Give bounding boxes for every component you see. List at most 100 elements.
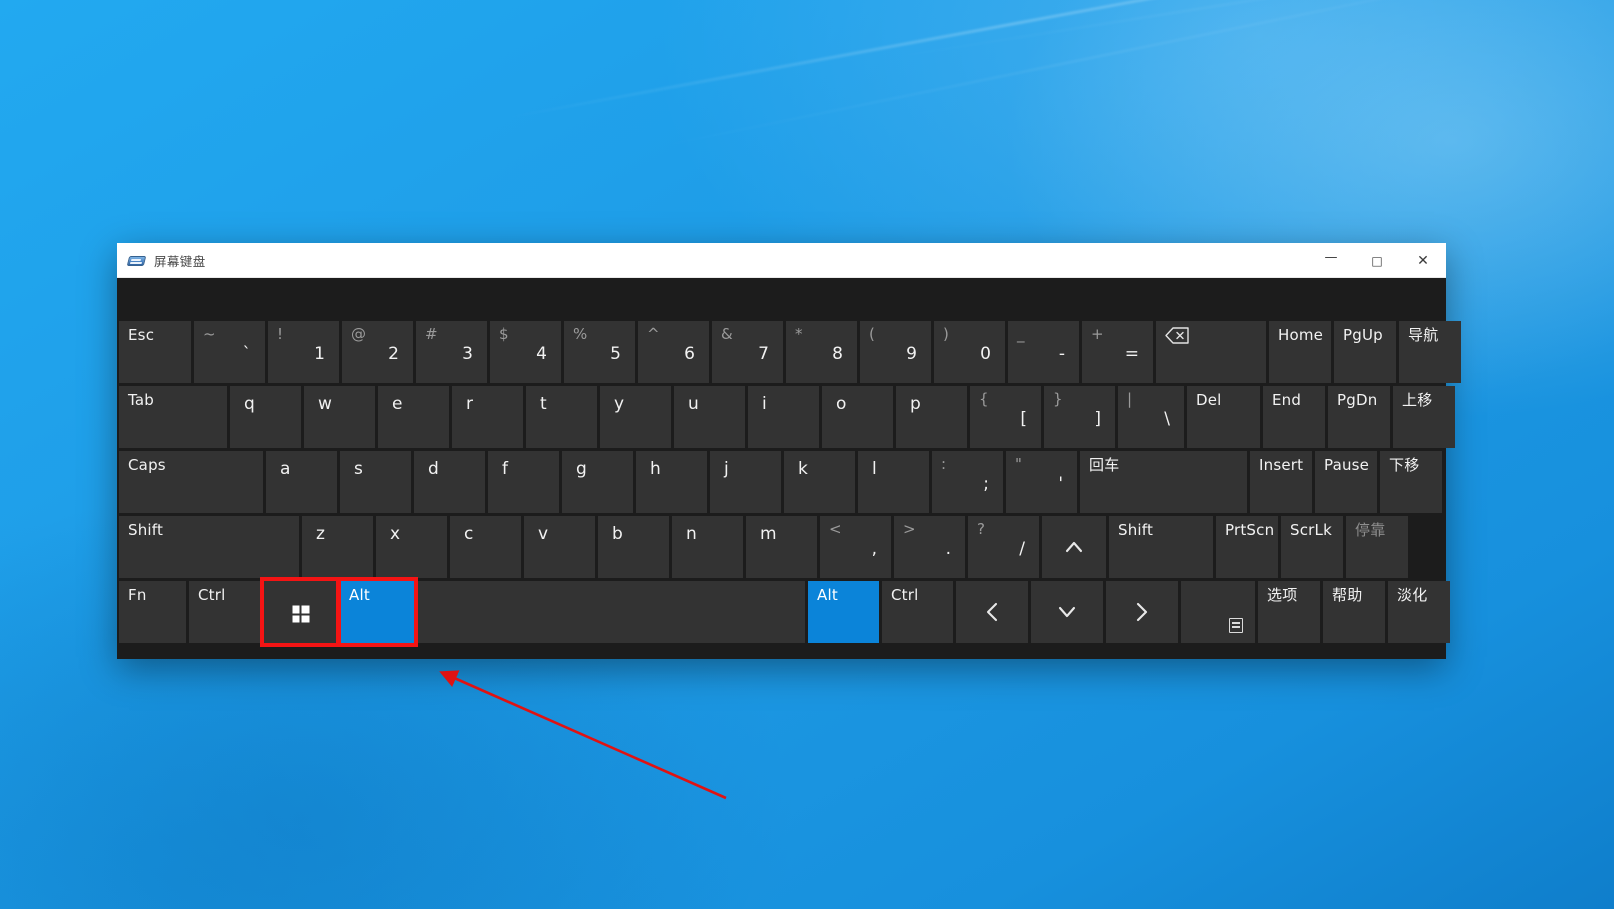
close-icon: ✕ — [1417, 252, 1429, 269]
row-number: Esc ~ `! 1 @2 #3 $4% 5 ^ 6 & 7 * 8(9) 0 _ - + = Home PgUp 导航 — [117, 321, 1461, 383]
maximize-button[interactable]: □ — [1354, 243, 1400, 278]
key-win[interactable] — [264, 581, 337, 643]
key-grave[interactable]: ~ ` — [194, 321, 265, 383]
key-arrow-right[interactable] — [1106, 581, 1178, 643]
key-bracketright[interactable]: }] — [1044, 386, 1115, 448]
key-x[interactable]: x — [376, 516, 447, 578]
key-period[interactable]: >. — [894, 516, 965, 578]
key-o[interactable]: o — [822, 386, 893, 448]
key-dock[interactable]: 停靠 — [1346, 516, 1408, 578]
key-s[interactable]: s — [340, 451, 411, 513]
key-label: Caps — [128, 456, 166, 474]
key-l[interactable]: l — [858, 451, 929, 513]
key-backspace[interactable] — [1156, 321, 1266, 383]
key-shift-left[interactable]: Shift — [119, 516, 299, 578]
key-insert[interactable]: Insert — [1250, 451, 1312, 513]
key-0[interactable]: ) 0 — [934, 321, 1005, 383]
key-slash[interactable]: ? / — [968, 516, 1039, 578]
key-u[interactable]: u — [674, 386, 745, 448]
key-i[interactable]: i — [748, 386, 819, 448]
key-e[interactable]: e — [378, 386, 449, 448]
key-5[interactable]: % 5 — [564, 321, 635, 383]
key-scrlk[interactable]: ScrLk — [1281, 516, 1343, 578]
key-navigation[interactable]: 导航 — [1399, 321, 1461, 383]
key-help[interactable]: 帮助 — [1323, 581, 1385, 643]
key-comma[interactable]: <, — [820, 516, 891, 578]
key-8[interactable]: * 8 — [786, 321, 857, 383]
key-w[interactable]: w — [304, 386, 375, 448]
key-c[interactable]: c — [450, 516, 521, 578]
key-ctrl-right[interactable]: Ctrl — [882, 581, 953, 643]
key-ctrl-left[interactable]: Ctrl — [189, 581, 261, 643]
key-enter[interactable]: 回车 — [1080, 451, 1247, 513]
key-f[interactable]: f — [488, 451, 559, 513]
key-v[interactable]: v — [524, 516, 595, 578]
key-label: 回车 — [1089, 456, 1120, 474]
key-pgdn[interactable]: PgDn — [1328, 386, 1390, 448]
key-prtscn[interactable]: PrtScn — [1216, 516, 1278, 578]
key-g[interactable]: g — [562, 451, 633, 513]
key-p[interactable]: p — [896, 386, 967, 448]
key-backslash[interactable]: | \ — [1118, 386, 1184, 448]
key-b[interactable]: b — [598, 516, 669, 578]
key-y[interactable]: y — [600, 386, 671, 448]
key-alt-left[interactable]: Alt — [340, 581, 414, 643]
key-quote[interactable]: " ' — [1006, 451, 1077, 513]
key-secondary-label: : — [941, 455, 947, 473]
key-7[interactable]: & 7 — [712, 321, 783, 383]
key-secondary-label: ( — [869, 325, 875, 343]
key-fade[interactable]: 淡化 — [1388, 581, 1450, 643]
key-label: g — [576, 459, 587, 479]
key-6[interactable]: ^ 6 — [638, 321, 709, 383]
key-pause[interactable]: Pause — [1315, 451, 1377, 513]
window-titlebar[interactable]: 屏幕键盘 — □ ✕ — [117, 243, 1446, 278]
key-label: Pause — [1324, 456, 1370, 474]
close-button[interactable]: ✕ — [1400, 243, 1446, 278]
titlebar-left: 屏幕键盘 — [117, 243, 206, 277]
key-1[interactable]: ! 1 — [268, 321, 339, 383]
key-z[interactable]: z — [302, 516, 373, 578]
key-caps[interactable]: Caps — [119, 451, 263, 513]
key-equal[interactable]: + = — [1082, 321, 1153, 383]
minimize-button[interactable]: — — [1308, 243, 1354, 278]
key-arrow-up[interactable] — [1042, 516, 1106, 578]
key-space[interactable] — [417, 581, 805, 643]
key-q[interactable]: q — [230, 386, 301, 448]
key-del[interactable]: Del — [1187, 386, 1260, 448]
key-options[interactable]: 选项 — [1258, 581, 1320, 643]
key-menu[interactable] — [1181, 581, 1255, 643]
key-2[interactable]: @2 — [342, 321, 413, 383]
key-m[interactable]: m — [746, 516, 817, 578]
key-end[interactable]: End — [1263, 386, 1325, 448]
key-r[interactable]: r — [452, 386, 523, 448]
key-k[interactable]: k — [784, 451, 855, 513]
key-pgup[interactable]: PgUp — [1334, 321, 1396, 383]
key-d[interactable]: d — [414, 451, 485, 513]
key-n[interactable]: n — [672, 516, 743, 578]
key-esc[interactable]: Esc — [119, 321, 191, 383]
key-4[interactable]: $4 — [490, 321, 561, 383]
key-label: 停靠 — [1355, 521, 1386, 539]
key-3[interactable]: #3 — [416, 321, 487, 383]
key-primary-label: \ — [1164, 409, 1170, 429]
key-shift-right[interactable]: Shift — [1109, 516, 1213, 578]
key-t[interactable]: t — [526, 386, 597, 448]
key-tab[interactable]: Tab — [119, 386, 227, 448]
key-primary-label: 2 — [388, 344, 399, 364]
key-semicolon[interactable]: :; — [932, 451, 1003, 513]
key-h[interactable]: h — [636, 451, 707, 513]
key-bracketleft[interactable]: {[ — [970, 386, 1041, 448]
key-alt-right[interactable]: Alt — [808, 581, 879, 643]
key-arrow-left[interactable] — [956, 581, 1028, 643]
key-j[interactable]: j — [710, 451, 781, 513]
key-move-up[interactable]: 上移 — [1393, 386, 1455, 448]
key-move-down[interactable]: 下移 — [1380, 451, 1442, 513]
key-home[interactable]: Home — [1269, 321, 1331, 383]
key-primary-label: , — [871, 539, 877, 559]
key-minus[interactable]: _ - — [1008, 321, 1079, 383]
key-fn[interactable]: Fn — [119, 581, 186, 643]
key-a[interactable]: a — [266, 451, 337, 513]
key-primary-label: - — [1058, 344, 1065, 364]
key-9[interactable]: (9 — [860, 321, 931, 383]
key-arrow-down[interactable] — [1031, 581, 1103, 643]
